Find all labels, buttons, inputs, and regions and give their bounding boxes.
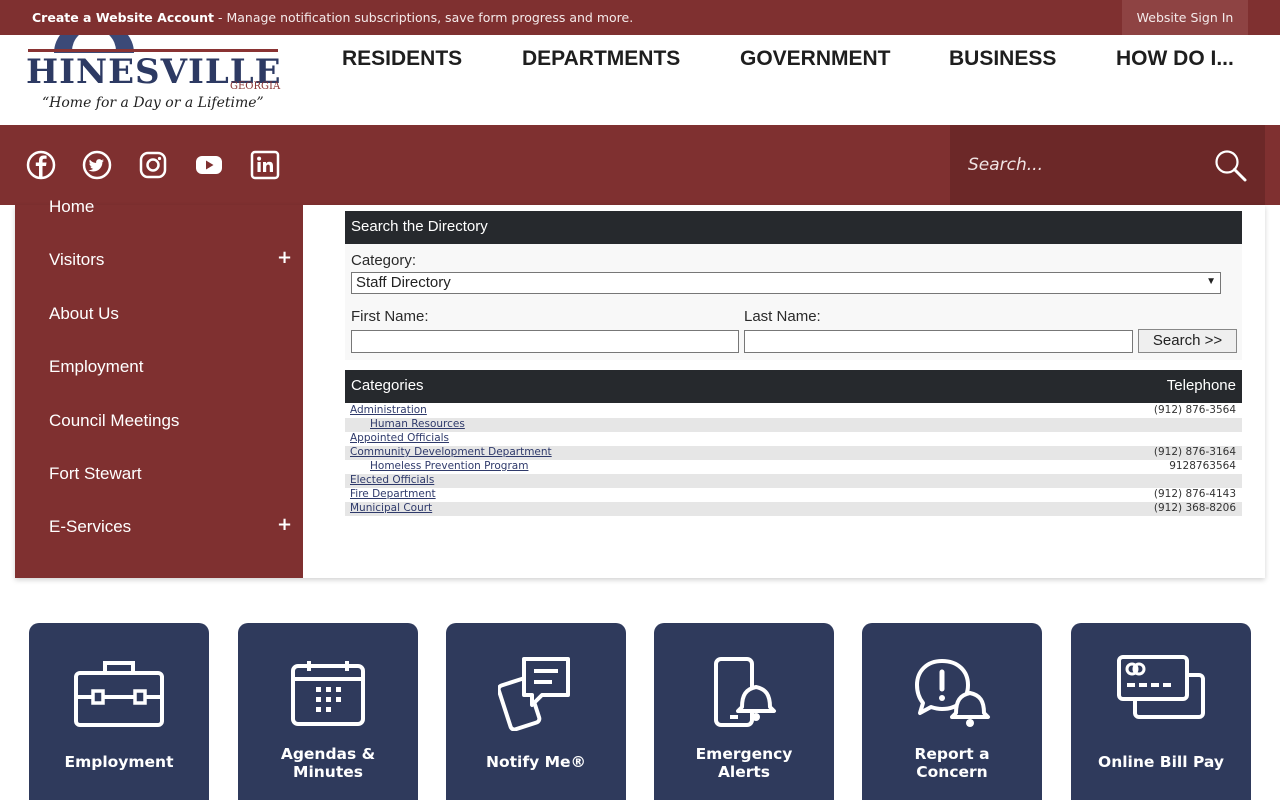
briefcase-icon — [74, 661, 164, 727]
telephone-column-header: Telephone — [1166, 377, 1236, 394]
main-navigation: RESIDENTS DEPARTMENTS GOVERNMENT BUSINES… — [0, 47, 1280, 87]
tile-employment[interactable]: Employment — [29, 623, 209, 800]
linkedin-icon[interactable] — [250, 150, 280, 180]
category-select[interactable]: Staff Directory ▼ — [351, 272, 1221, 294]
categories-table-header: Categories Telephone — [345, 370, 1242, 403]
table-row: Elected Officials — [345, 474, 1242, 488]
category-label: Category: — [351, 252, 417, 269]
search-icon[interactable] — [1214, 149, 1248, 183]
tile-agendas-label-line2: Minutes — [293, 763, 363, 781]
tile-agendas-label-line1: Agendas & — [280, 745, 376, 763]
sidebar-item-e-services[interactable]: E-Services — [49, 517, 131, 537]
create-account-link[interactable]: Create a Website Account — [32, 10, 214, 25]
table-row: Homeless Prevention Program 9128763564 — [345, 460, 1242, 474]
tile-notify-me[interactable]: Notify Me® — [446, 623, 626, 800]
top-notification-bar: Create a Website Account - Manage notifi… — [0, 0, 1280, 35]
visitors-expand-icon[interactable]: + — [277, 247, 292, 268]
tile-emergency-label-line1: Emergency — [695, 745, 793, 763]
category-link[interactable]: Municipal Court — [350, 502, 432, 514]
tile-report-label-line1: Report a — [914, 745, 990, 763]
categories-column-header: Categories — [351, 377, 424, 394]
telephone-value: (912) 876-3564 — [1153, 404, 1236, 416]
telephone-value: 9128763564 — [1169, 460, 1236, 472]
category-link[interactable]: Community Development Department — [350, 446, 552, 458]
nav-residents[interactable]: RESIDENTS — [342, 47, 462, 71]
credit-card-icon — [1117, 655, 1205, 719]
site-search — [950, 125, 1265, 205]
tile-agendas-minutes-label: Agendas & Minutes — [238, 745, 418, 781]
table-row: Municipal Court (912) 368-8206 — [345, 502, 1242, 516]
first-name-input[interactable] — [351, 330, 739, 353]
sidebar-menu: Home Visitors + About Us Employment Coun… — [15, 197, 303, 578]
site-header: HINESVILLE GEORGIA “Home for a Day or a … — [0, 35, 1280, 125]
category-link[interactable]: Fire Department — [350, 488, 436, 500]
table-row: Community Development Department (912) 87… — [345, 446, 1242, 460]
tile-agendas-minutes[interactable]: Agendas & Minutes — [238, 623, 418, 800]
facebook-icon[interactable] — [26, 150, 56, 180]
website-sign-in-button[interactable]: Website Sign In — [1122, 0, 1248, 35]
alert-bell-icon — [915, 659, 990, 727]
tile-notify-me-label: Notify Me® — [485, 753, 587, 771]
tile-report-label-line2: Concern — [916, 763, 988, 781]
first-name-label: First Name: — [351, 308, 429, 325]
create-account-message[interactable]: Create a Website Account - Manage notifi… — [32, 10, 633, 25]
sidebar-item-about-us[interactable]: About Us — [49, 304, 119, 324]
sidebar-item-fort-stewart[interactable]: Fort Stewart — [49, 464, 142, 484]
categories-table: Administration (912) 876-3564 Human Resou… — [345, 404, 1242, 516]
chat-phone-icon — [498, 657, 570, 731]
category-link[interactable]: Elected Officials — [350, 474, 434, 486]
table-row: Administration (912) 876-3564 — [345, 404, 1242, 418]
directory-search-button[interactable]: Search >> — [1138, 329, 1237, 353]
telephone-value: (912) 368-8206 — [1153, 502, 1236, 514]
create-account-description: - Manage notification subscriptions, sav… — [214, 10, 634, 25]
logo-tagline: “Home for a Day or a Lifetime” — [42, 95, 264, 111]
last-name-input[interactable] — [744, 330, 1133, 353]
tile-employment-label: Employment — [64, 753, 174, 771]
e-services-expand-icon[interactable]: + — [277, 514, 292, 535]
nav-business[interactable]: BUSINESS — [949, 47, 1056, 71]
twitter-icon[interactable] — [82, 150, 112, 180]
tile-online-bill-pay-label: Online Bill Pay — [1098, 753, 1224, 771]
category-link[interactable]: Appointed Officials — [350, 432, 449, 444]
nav-how-do-i[interactable]: HOW DO I... — [1116, 47, 1234, 71]
social-search-bar — [0, 125, 1280, 205]
tile-emergency-alerts-label: Emergency Alerts — [654, 745, 834, 781]
youtube-icon[interactable] — [194, 150, 224, 180]
tile-emergency-alerts[interactable]: Emergency Alerts — [654, 623, 834, 800]
calendar-icon — [291, 661, 365, 726]
phone-bell-icon — [714, 657, 776, 727]
last-name-label: Last Name: — [744, 308, 821, 325]
directory-search-title: Search the Directory — [345, 211, 1242, 244]
category-link[interactable]: Homeless Prevention Program — [370, 460, 528, 472]
table-row: Human Resources — [345, 418, 1242, 432]
telephone-value: (912) 876-3164 — [1153, 446, 1236, 458]
tile-report-concern-label: Report a Concern — [862, 745, 1042, 781]
category-link[interactable]: Administration — [350, 404, 427, 416]
instagram-icon[interactable] — [138, 150, 168, 180]
sidebar-item-home[interactable]: Home — [49, 197, 94, 217]
nav-government[interactable]: GOVERNMENT — [740, 47, 891, 71]
tile-emergency-label-line2: Alerts — [717, 763, 771, 781]
chevron-down-icon: ▼ — [1206, 276, 1216, 287]
search-input[interactable] — [968, 147, 1198, 183]
category-select-value: Staff Directory — [356, 274, 451, 291]
sidebar-item-visitors[interactable]: Visitors — [49, 250, 104, 270]
category-link[interactable]: Human Resources — [370, 418, 465, 430]
sidebar-item-council-meetings[interactable]: Council Meetings — [49, 411, 179, 431]
nav-departments[interactable]: DEPARTMENTS — [522, 47, 680, 71]
table-row: Appointed Officials — [345, 432, 1242, 446]
sidebar-item-employment[interactable]: Employment — [49, 357, 143, 377]
table-row: Fire Department (912) 876-4143 — [345, 488, 1242, 502]
tile-report-concern[interactable]: Report a Concern — [862, 623, 1042, 800]
telephone-value: (912) 876-4143 — [1153, 488, 1236, 500]
tile-online-bill-pay[interactable]: Online Bill Pay — [1071, 623, 1251, 800]
